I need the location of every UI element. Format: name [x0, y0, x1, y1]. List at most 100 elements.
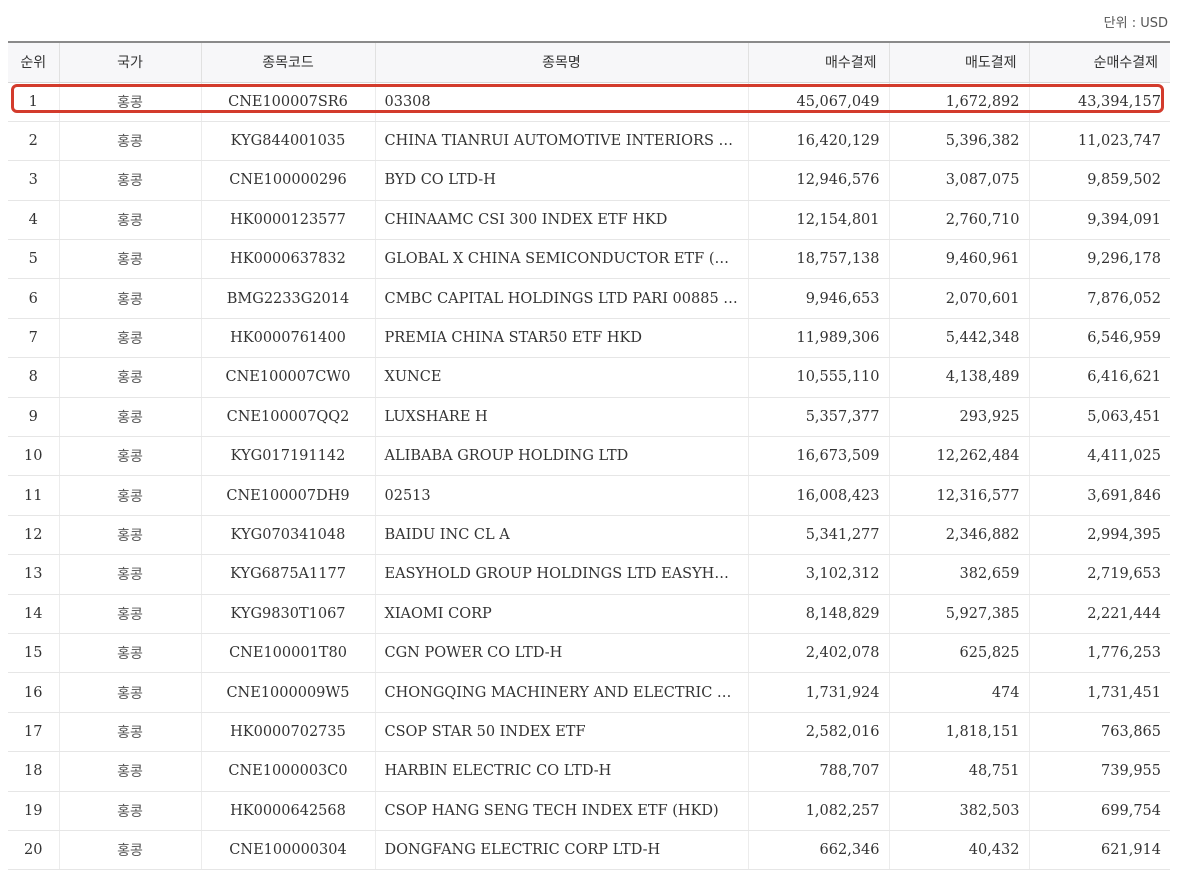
- cell-rank: 16: [8, 672, 60, 713]
- cell-rank: 10: [8, 436, 60, 477]
- cell-name: GLOBAL X CHINA SEMICONDUCTOR ETF (HKD): [375, 239, 749, 280]
- cell-buy: 45,067,049: [748, 82, 890, 122]
- cell-net: 1,731,451: [1029, 672, 1170, 713]
- table-row: 1 홍콩 CNE100007SR6 03308 45,067,049 1,672,892 4…: [8, 82, 1170, 122]
- cell-code: CNE1000003C0: [201, 751, 376, 792]
- cell-name: CGN POWER CO LTD-H: [375, 633, 749, 674]
- table-row: 10 홍콩 KYG017191142 ALIBABA GROUP HOLDING LT…: [8, 436, 1170, 477]
- cell-sell: 12,262,484: [889, 436, 1030, 477]
- cell-country: 홍콩: [59, 239, 202, 280]
- cell-buy: 1,731,924: [748, 672, 890, 713]
- cell-net: 2,994,395: [1029, 515, 1170, 556]
- table-row: 9 홍콩 CNE100007QQ2 LUXSHARE H 5,357,377 293,92…: [8, 397, 1170, 438]
- cell-code: CNE100007DH9: [201, 475, 376, 516]
- table-row: 4 홍콩 HK0000123577 CHINAAMC CSI 300 INDEX ET…: [8, 200, 1170, 241]
- cell-net: 9,859,502: [1029, 160, 1170, 201]
- cell-sell: 9,460,961: [889, 239, 1030, 280]
- cell-sell: 5,927,385: [889, 594, 1030, 634]
- cell-rank: 9: [8, 397, 60, 438]
- cell-buy: 12,154,801: [748, 200, 890, 241]
- cell-buy: 5,341,277: [748, 515, 890, 556]
- cell-rank: 20: [8, 830, 60, 871]
- cell-code: HK0000637832: [201, 239, 376, 280]
- cell-sell: 382,659: [889, 554, 1030, 595]
- cell-code: KYG844001035: [201, 121, 376, 162]
- cell-code: CNE100000296: [201, 160, 376, 201]
- cell-name: DONGFANG ELECTRIC CORP LTD-H: [375, 830, 749, 871]
- cell-buy: 12,946,576: [748, 160, 890, 201]
- cell-country: 홍콩: [59, 397, 202, 438]
- cell-code: CNE100007SR6: [201, 82, 376, 122]
- cell-country: 홍콩: [59, 121, 202, 162]
- cell-sell: 48,751: [889, 751, 1030, 792]
- cell-name: ALIBABA GROUP HOLDING LTD: [375, 436, 749, 477]
- cell-rank: 8: [8, 357, 60, 398]
- cell-rank: 15: [8, 633, 60, 674]
- table-row: 7 홍콩 HK0000761400 PREMIA CHINA STAR50 ETF H…: [8, 318, 1170, 359]
- table-row: 18 홍콩 CNE1000003C0 HARBIN ELECTRIC CO LTD-H…: [8, 751, 1170, 792]
- cell-name: 02513: [375, 475, 749, 516]
- cell-buy: 8,148,829: [748, 594, 890, 634]
- table-row: 11 홍콩 CNE100007DH9 02513 16,008,423 12,316,57…: [8, 475, 1170, 516]
- cell-sell: 1,672,892: [889, 82, 1030, 122]
- cell-country: 홍콩: [59, 633, 202, 674]
- cell-country: 홍콩: [59, 554, 202, 595]
- cell-code: CNE100007CW0: [201, 357, 376, 398]
- cell-net: 621,914: [1029, 830, 1170, 871]
- cell-name: BYD CO LTD-H: [375, 160, 749, 201]
- cell-country: 홍콩: [59, 791, 202, 831]
- cell-sell: 293,925: [889, 397, 1030, 438]
- cell-net: 9,394,091: [1029, 200, 1170, 241]
- cell-rank: 4: [8, 200, 60, 241]
- cell-rank: 19: [8, 791, 60, 831]
- cell-buy: 5,357,377: [748, 397, 890, 438]
- cell-rank: 6: [8, 278, 60, 319]
- cell-sell: 40,432: [889, 830, 1030, 871]
- cell-name: CSOP STAR 50 INDEX ETF: [375, 712, 749, 753]
- header-code: 종목코드: [201, 41, 376, 83]
- header-net: 순매수결제: [1029, 41, 1170, 83]
- cell-net: 1,776,253: [1029, 633, 1170, 674]
- table-row: 6 홍콩 BMG2233G2014 CMBC CAPITAL HOLDINGS LTD…: [8, 278, 1170, 319]
- cell-code: HK0000761400: [201, 318, 376, 359]
- cell-name: 03308: [375, 82, 749, 122]
- cell-rank: 1: [8, 82, 60, 122]
- cell-buy: 9,946,653: [748, 278, 890, 319]
- cell-net: 2,221,444: [1029, 594, 1170, 634]
- cell-country: 홍콩: [59, 672, 202, 713]
- table-row: 19 홍콩 HK0000642568 CSOP HANG SENG TECH INDE…: [8, 791, 1170, 831]
- cell-rank: 14: [8, 594, 60, 634]
- cell-country: 홍콩: [59, 160, 202, 201]
- cell-net: 739,955: [1029, 751, 1170, 792]
- table-row: 3 홍콩 CNE100000296 BYD CO LTD-H 12,946,576 3,0…: [8, 160, 1170, 201]
- cell-net: 43,394,157: [1029, 82, 1170, 122]
- table-row: 13 홍콩 KYG6875A1177 EASYHOLD GROUP HOLDINGS …: [8, 554, 1170, 595]
- cell-buy: 1,082,257: [748, 791, 890, 831]
- cell-rank: 17: [8, 712, 60, 753]
- cell-net: 4,411,025: [1029, 436, 1170, 477]
- cell-country: 홍콩: [59, 515, 202, 556]
- cell-sell: 625,825: [889, 633, 1030, 674]
- cell-buy: 16,420,129: [748, 121, 890, 162]
- cell-code: HK0000702735: [201, 712, 376, 753]
- cell-sell: 5,442,348: [889, 318, 1030, 359]
- table-row: 8 홍콩 CNE100007CW0 XUNCE 10,555,110 4,138,489 6…: [8, 357, 1170, 398]
- table-row: 20 홍콩 CNE100000304 DONGFANG ELECTRIC CORP L…: [8, 830, 1170, 871]
- cell-buy: 3,102,312: [748, 554, 890, 595]
- table-row: 14 홍콩 KYG9830T1067 XIAOMI CORP 8,148,829 5,92…: [8, 594, 1170, 634]
- cell-sell: 12,316,577: [889, 475, 1030, 516]
- cell-name: LUXSHARE H: [375, 397, 749, 438]
- cell-rank: 7: [8, 318, 60, 359]
- cell-sell: 4,138,489: [889, 357, 1030, 398]
- cell-net: 7,876,052: [1029, 278, 1170, 319]
- cell-rank: 5: [8, 239, 60, 280]
- cell-sell: 1,818,151: [889, 712, 1030, 753]
- cell-code: CNE100000304: [201, 830, 376, 871]
- cell-net: 6,416,621: [1029, 357, 1170, 398]
- cell-name: XIAOMI CORP: [375, 594, 749, 634]
- cell-sell: 3,087,075: [889, 160, 1030, 201]
- cell-net: 2,719,653: [1029, 554, 1170, 595]
- cell-code: CNE100001T80: [201, 633, 376, 674]
- cell-name: PREMIA CHINA STAR50 ETF HKD: [375, 318, 749, 359]
- cell-country: 홍콩: [59, 475, 202, 516]
